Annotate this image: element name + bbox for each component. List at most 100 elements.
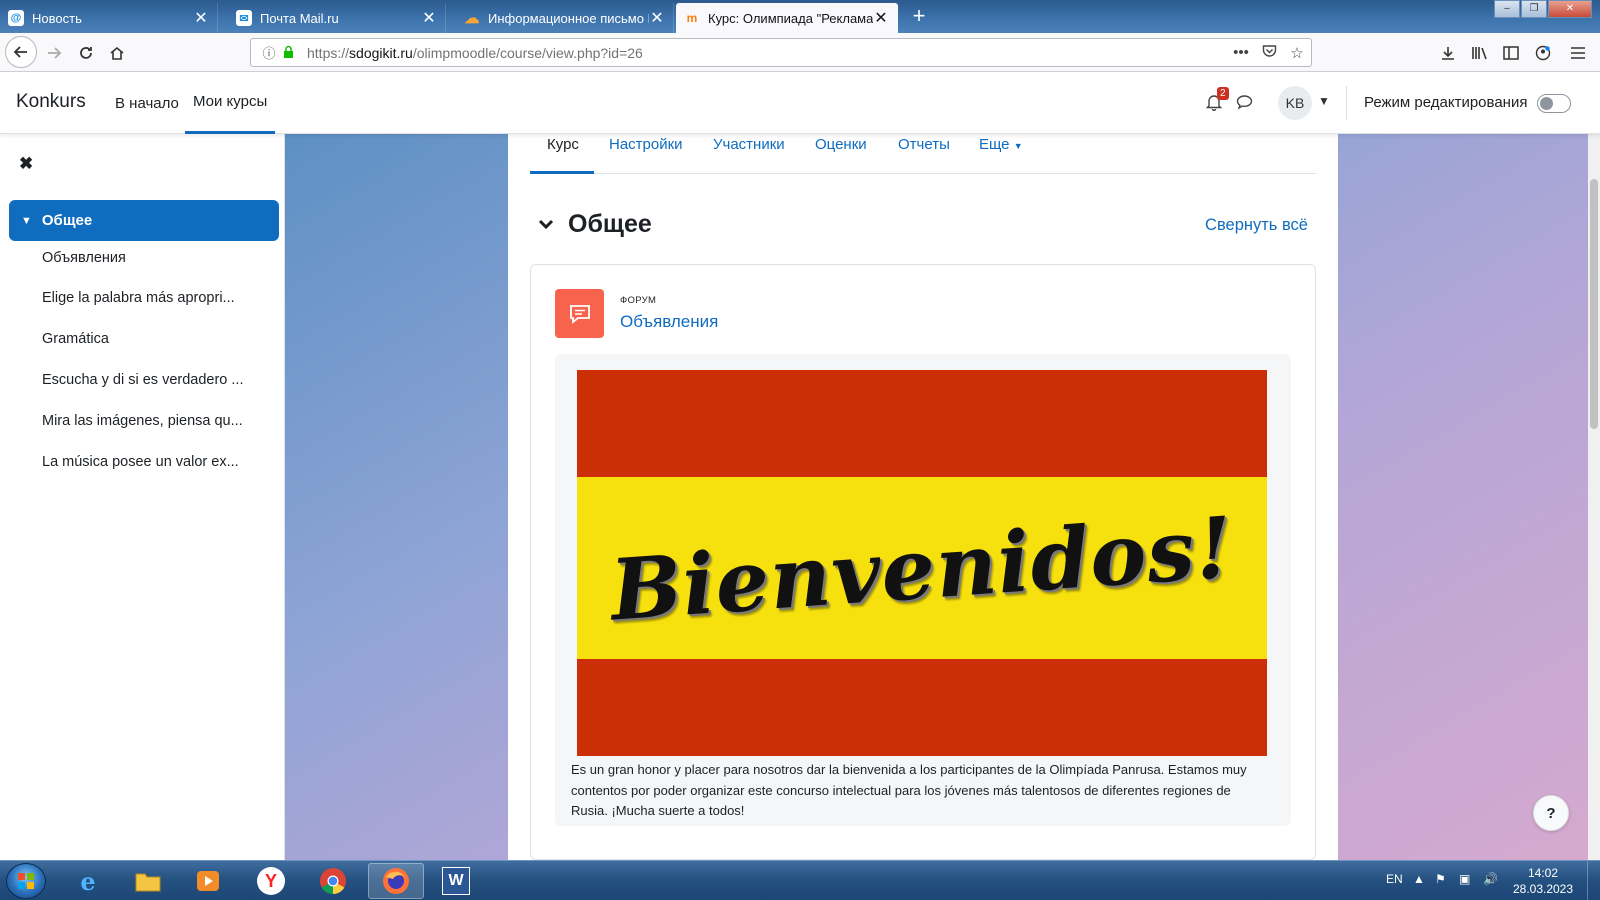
chrome-app[interactable] bbox=[305, 863, 361, 899]
volume-icon[interactable]: 🔊 bbox=[1483, 872, 1498, 886]
window-close-button[interactable]: ✕ bbox=[1548, 0, 1592, 18]
drawer-item[interactable]: Elige la palabra más apropri... bbox=[42, 290, 257, 306]
language-indicator[interactable]: EN bbox=[1386, 872, 1403, 886]
course-content: Курс Настройки Участники Оценки Отчеты Е… bbox=[508, 134, 1338, 860]
header-divider bbox=[1346, 86, 1347, 120]
drawer-item[interactable]: Escucha y di si es verdadero ... bbox=[42, 372, 257, 388]
firefox-icon bbox=[382, 867, 410, 895]
show-desktop-button[interactable] bbox=[1587, 861, 1600, 900]
drawer-item[interactable]: Gramática bbox=[42, 331, 257, 347]
tab-grades[interactable]: Оценки bbox=[815, 136, 867, 153]
tab-settings[interactable]: Настройки bbox=[609, 136, 683, 153]
back-button[interactable] bbox=[5, 36, 37, 68]
chevron-down-icon[interactable] bbox=[538, 215, 554, 235]
pocket-icon[interactable] bbox=[1255, 44, 1283, 62]
chat-icon bbox=[1236, 95, 1253, 110]
reload-icon bbox=[80, 47, 92, 59]
back-arrow-icon bbox=[13, 46, 27, 58]
close-icon[interactable]: ✕ bbox=[649, 8, 665, 28]
drawer-section-general[interactable]: ▼ Общее bbox=[9, 200, 279, 241]
edit-mode-toggle[interactable] bbox=[1537, 94, 1571, 113]
home-button[interactable] bbox=[103, 39, 131, 67]
yandex-browser-app[interactable]: Y bbox=[243, 863, 299, 899]
nav-my-courses[interactable]: Мои курсы bbox=[185, 72, 276, 134]
mail-at-icon: @ bbox=[8, 10, 24, 26]
moodle-icon: m bbox=[686, 11, 698, 25]
tab-more[interactable]: Еще ▼ bbox=[979, 136, 1023, 153]
drawer-item[interactable]: La música posee un valor ex... bbox=[42, 454, 257, 470]
chevron-down-icon[interactable]: ▼ bbox=[1318, 94, 1330, 108]
restore-button[interactable]: ❐ bbox=[1521, 0, 1547, 18]
new-tab-button[interactable]: + bbox=[906, 4, 932, 30]
course-index-drawer: ✖ ▼ Общее Объявления Elige la palabra má… bbox=[0, 134, 285, 860]
browser-tab[interactable]: ✉ Почта Mail.ru ✕ bbox=[228, 3, 446, 33]
browser-tab-active[interactable]: m Курс: Олимпиада "Реклама в ✕ bbox=[676, 3, 898, 33]
tab-participants[interactable]: Участники bbox=[713, 136, 785, 153]
url-scheme: https:// bbox=[307, 44, 350, 61]
browser-tab-strip: @ Новость ✕ ✉ Почта Mail.ru ✕ ☁ Информац… bbox=[0, 0, 1600, 33]
browser-tab[interactable]: @ Новость ✕ bbox=[0, 3, 218, 33]
network-icon[interactable]: ▣ bbox=[1459, 872, 1470, 886]
yandex-icon: Y bbox=[257, 867, 285, 895]
reload-button[interactable] bbox=[72, 39, 100, 67]
tab-course[interactable]: Курс bbox=[547, 136, 579, 153]
messages-button[interactable] bbox=[1236, 94, 1253, 115]
tab-title: Курс: Олимпиада "Реклама в bbox=[708, 10, 873, 26]
account-icon[interactable] bbox=[1529, 39, 1557, 67]
address-bar[interactable]: ⓘ https://sdogikit.ru/olimpmoodle/course… bbox=[250, 38, 1312, 67]
notifications-button[interactable]: 2 bbox=[1205, 87, 1229, 116]
sidebar-icon[interactable] bbox=[1497, 39, 1525, 67]
close-drawer-icon[interactable]: ✖ bbox=[19, 154, 33, 174]
clock-time: 14:02 bbox=[1527, 866, 1559, 880]
nav-home[interactable]: В начало bbox=[107, 72, 187, 134]
info-icon[interactable]: ⓘ bbox=[259, 43, 279, 62]
help-button[interactable]: ? bbox=[1533, 795, 1569, 831]
section-title: Общее bbox=[568, 210, 652, 238]
activity-card: ФОРУМ Объявления Bienvenidos! Es un gran… bbox=[530, 264, 1316, 860]
library-icon[interactable] bbox=[1466, 39, 1494, 67]
internet-explorer-app[interactable]: e bbox=[60, 863, 116, 899]
close-icon[interactable]: ✕ bbox=[193, 8, 209, 28]
media-player-app[interactable] bbox=[180, 863, 236, 899]
activity-description: Bienvenidos! Es un gran honor y placer p… bbox=[555, 354, 1291, 826]
tab-title: Почта Mail.ru bbox=[260, 10, 339, 26]
start-button[interactable] bbox=[6, 863, 46, 899]
drawer-item[interactable]: Объявления bbox=[42, 250, 257, 266]
forward-arrow-icon bbox=[48, 47, 62, 59]
page-actions-icon[interactable]: ••• bbox=[1227, 44, 1255, 61]
page-scrollbar[interactable] bbox=[1588, 134, 1600, 860]
menu-icon[interactable] bbox=[1564, 39, 1592, 67]
url-path: /olimpmoodle/course/view.php?id=26 bbox=[412, 44, 643, 61]
lock-icon[interactable] bbox=[283, 45, 299, 61]
word-icon: W bbox=[442, 867, 470, 895]
firefox-app[interactable] bbox=[368, 863, 424, 899]
forward-button[interactable] bbox=[40, 39, 68, 67]
chevron-down-icon[interactable]: ▼ bbox=[21, 215, 32, 227]
clock-date: 28.03.2023 bbox=[1512, 882, 1574, 896]
site-brand[interactable]: Konkurs bbox=[16, 91, 86, 113]
activity-type: ФОРУМ bbox=[620, 295, 657, 306]
taskbar-clock[interactable]: 14:02 28.03.2023 bbox=[1508, 865, 1578, 897]
url-text[interactable]: https://sdogikit.ru/olimpmoodle/course/v… bbox=[307, 45, 1227, 61]
tab-more-label: Еще bbox=[979, 136, 1010, 153]
bookmark-star-icon[interactable]: ☆ bbox=[1283, 44, 1311, 62]
folder-icon bbox=[134, 867, 162, 895]
scrollbar-thumb[interactable] bbox=[1590, 179, 1598, 429]
tab-reports[interactable]: Отчеты bbox=[898, 136, 950, 153]
user-avatar[interactable]: KB bbox=[1278, 86, 1312, 120]
window-controls: – ❐ ✕ bbox=[1493, 0, 1592, 18]
show-hidden-icons-icon[interactable]: ▲ bbox=[1413, 872, 1425, 886]
browser-tab[interactable]: ☁ Информационное письмо Вс ✕ bbox=[456, 3, 674, 33]
section-header[interactable]: Общее bbox=[538, 210, 652, 239]
activity-link[interactable]: Объявления bbox=[620, 312, 718, 332]
explorer-app[interactable] bbox=[120, 863, 176, 899]
forum-icon bbox=[555, 289, 604, 338]
minimize-button[interactable]: – bbox=[1494, 0, 1520, 18]
close-icon[interactable]: ✕ bbox=[421, 8, 437, 28]
word-app[interactable]: W bbox=[428, 863, 484, 899]
downloads-icon[interactable] bbox=[1434, 39, 1462, 67]
close-icon[interactable]: ✕ bbox=[873, 8, 889, 28]
collapse-all-link[interactable]: Свернуть всё bbox=[1205, 216, 1308, 235]
drawer-item[interactable]: Mira las imágenes, piensa qu... bbox=[42, 413, 257, 429]
action-center-icon[interactable]: ⚑ bbox=[1435, 872, 1446, 886]
